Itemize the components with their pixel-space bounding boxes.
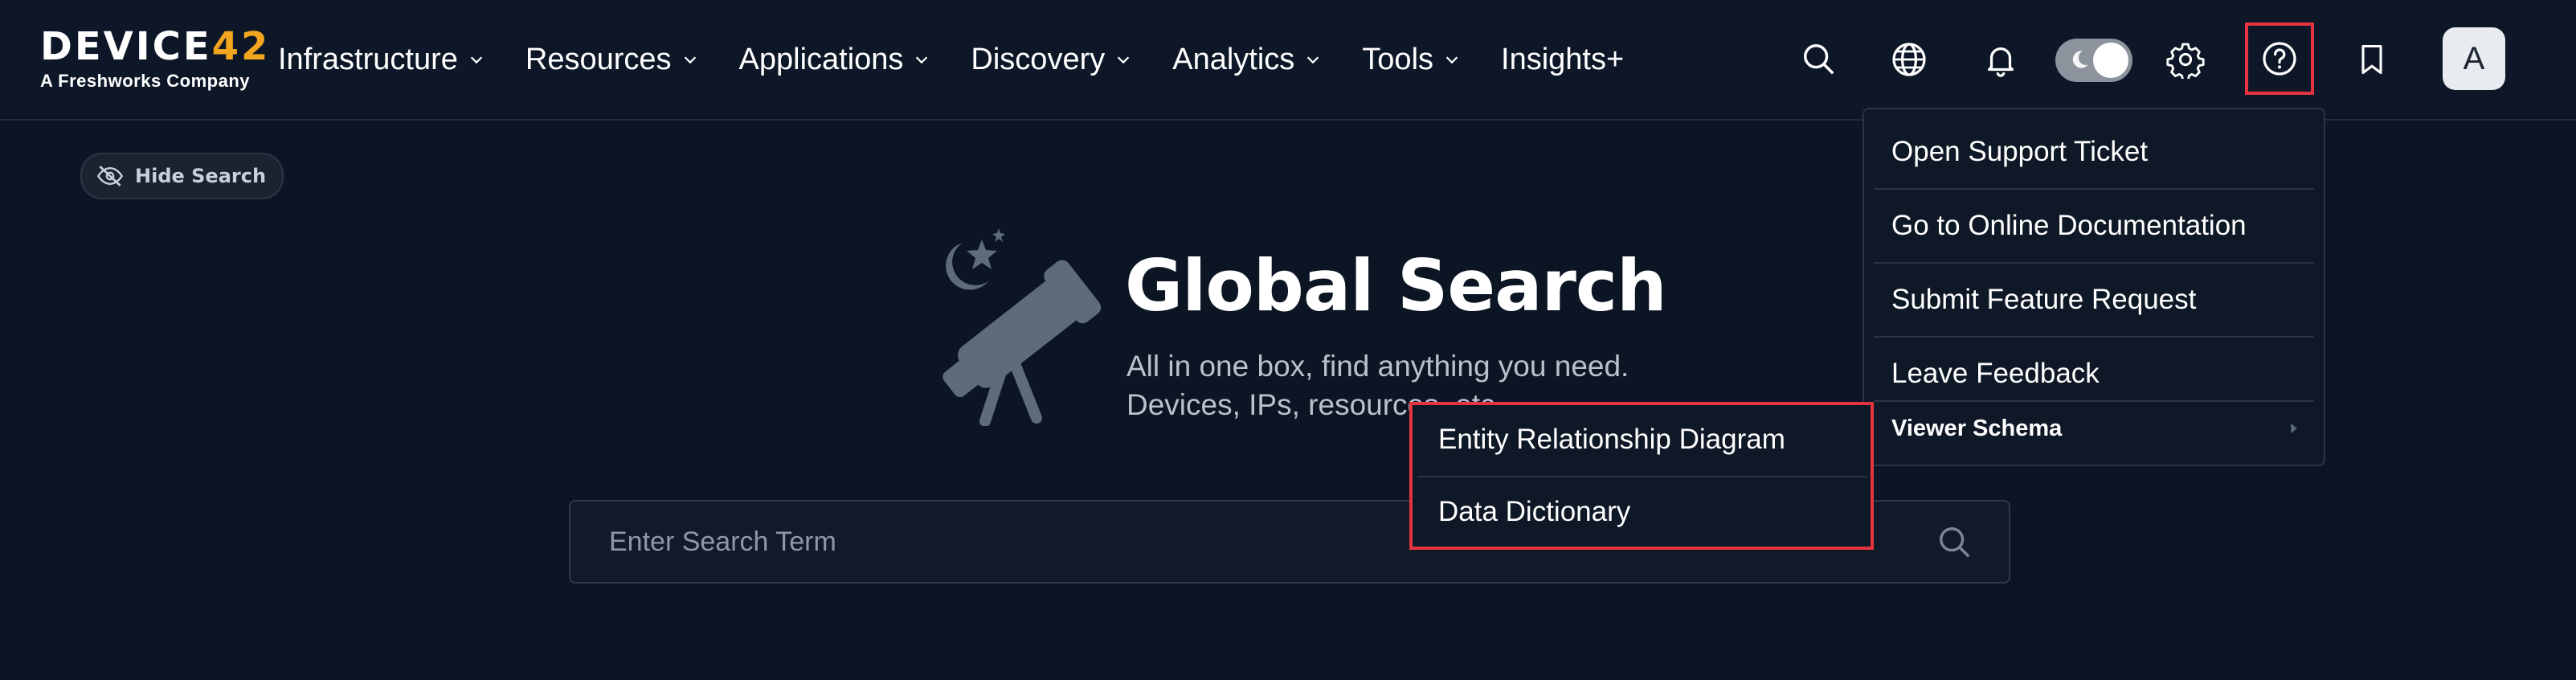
menu-item-label: Viewer Schema [1891, 415, 2063, 441]
menu-item-online-documentation[interactable]: Go to Online Documentation [1874, 190, 2314, 262]
search-icon[interactable] [1936, 524, 1973, 561]
globe-icon [1892, 43, 1926, 76]
theme-toggle[interactable] [2055, 39, 2132, 82]
nav-label: Resources [525, 42, 672, 76]
chevron-right-icon [2291, 423, 2297, 434]
search-button[interactable] [1795, 35, 1843, 84]
menu-item-entity-relationship-diagram[interactable]: Entity Relationship Diagram [1417, 405, 1867, 474]
help-button[interactable] [2245, 23, 2314, 95]
chevron-down-icon [470, 56, 483, 64]
logo-tagline: A Freshworks Company [40, 71, 251, 91]
nav-tools[interactable]: Tools [1362, 43, 1461, 77]
logo[interactable]: DEVICE42 A Freshworks Company [40, 27, 270, 92]
subtitle-line: All in one box, find anything you need. [1126, 350, 1629, 383]
hide-search-button[interactable]: Hide Search [80, 153, 284, 199]
settings-button[interactable] [2161, 35, 2210, 84]
nav-label: Infrastructure [278, 42, 458, 76]
nav-label: Applications [738, 42, 904, 76]
logo-wordmark: DEVICE42 [40, 24, 271, 69]
nav-infrastructure[interactable]: Infrastructure [278, 43, 485, 77]
bell-icon [1987, 47, 2014, 77]
nav-label: Insights+ [1501, 42, 1625, 76]
nav-label: Discovery [971, 42, 1106, 76]
menu-item-viewer-schema[interactable]: Viewer Schema [1874, 392, 2314, 465]
nav-applications[interactable]: Applications [739, 43, 931, 77]
menu-item-submit-feature-request[interactable]: Submit Feature Request [1874, 264, 2314, 336]
menu-item-open-support-ticket[interactable]: Open Support Ticket [1874, 116, 2314, 188]
nav-resources[interactable]: Resources [525, 43, 699, 77]
search-icon [1804, 44, 1834, 75]
nav-discovery[interactable]: Discovery [971, 43, 1132, 77]
chevron-down-icon [684, 56, 696, 64]
toggle-knob [2093, 43, 2128, 78]
avatar[interactable]: A [2443, 27, 2505, 90]
main-nav: Infrastructure Resources Applications Di… [278, 35, 1664, 84]
top-navbar: DEVICE42 A Freshworks Company Infrastruc… [0, 0, 2576, 121]
moon-icon [2072, 51, 2088, 68]
viewer-schema-submenu: Entity Relationship Diagram Data Diction… [1409, 402, 1874, 550]
nav-insights[interactable]: Insights+ [1501, 43, 1624, 77]
language-button[interactable] [1885, 35, 1933, 84]
help-icon [2263, 42, 2296, 76]
help-dropdown-menu: Open Support Ticket Go to Online Documen… [1862, 108, 2325, 466]
nav-analytics[interactable]: Analytics [1172, 43, 1322, 77]
bookmark-icon [2361, 44, 2382, 75]
chevron-down-icon [1118, 56, 1130, 64]
gear-icon [2166, 43, 2205, 79]
chevron-down-icon [1307, 56, 1319, 64]
menu-item-data-dictionary[interactable]: Data Dictionary [1417, 477, 1867, 547]
nav-label: Tools [1362, 42, 1434, 76]
hide-search-label: Hide Search [135, 165, 267, 187]
bookmarks-button[interactable] [2348, 35, 2396, 84]
nav-label: Analytics [1172, 42, 1295, 76]
eye-off-icon [96, 166, 124, 186]
chevron-down-icon [916, 56, 928, 64]
page-title: Global Search [1125, 244, 1667, 327]
telescope-icon [942, 228, 1102, 426]
chevron-down-icon [1445, 56, 1458, 64]
notifications-button[interactable] [1977, 35, 2025, 84]
